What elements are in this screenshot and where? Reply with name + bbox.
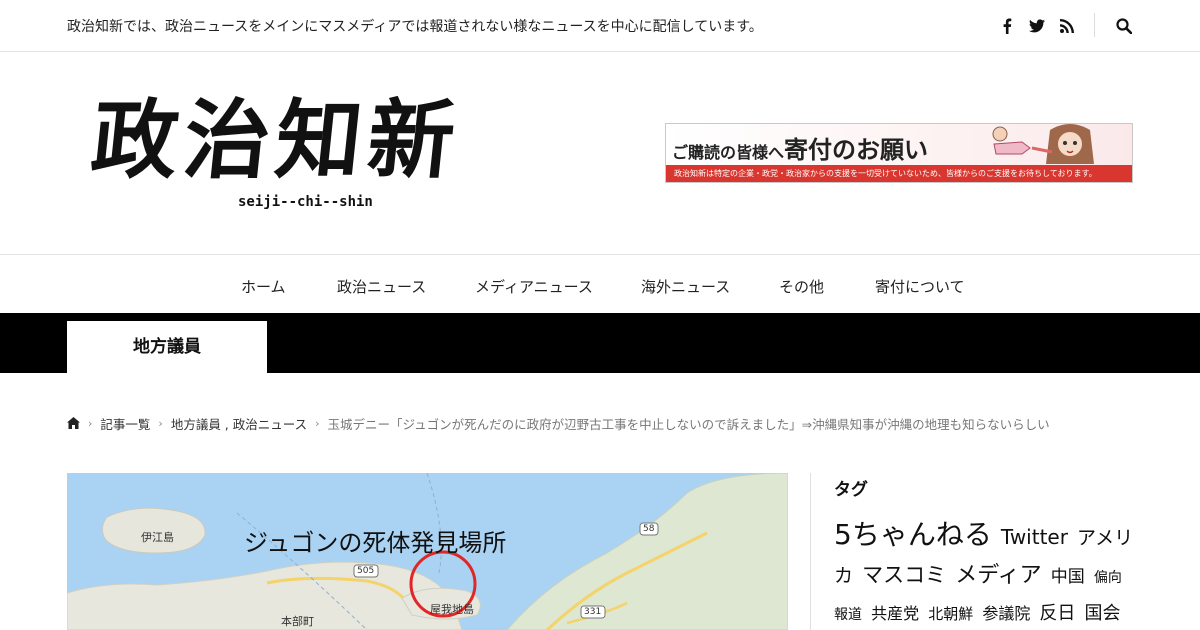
facebook-icon[interactable] <box>997 16 1017 36</box>
sidebar: タグ 5ちゃんねる Twitter アメリカ マスコミ メディア 中国 偏向報道… <box>810 473 1135 630</box>
nav-item-donation[interactable]: 寄付について <box>875 276 965 297</box>
banner-strip: 政治知新は特定の企業・政党・政治家からの支援を一切受けていないため、皆様からのご… <box>666 165 1132 182</box>
tag-cloud: 5ちゃんねる Twitter アメリカ マスコミ メディア 中国 偏向報道 共産… <box>834 517 1134 630</box>
nav-item-other[interactable]: その他 <box>779 276 824 297</box>
article-map-image[interactable]: ジュゴンの死体発見場所 伊江島 505 58 331 本部町 屋我地島 <box>67 473 788 630</box>
nav-item-home[interactable]: ホーム <box>241 276 286 297</box>
topbar-divider <box>1094 13 1095 37</box>
site-logo[interactable]: 政治知新 seiji--chi--shin <box>86 86 513 216</box>
breadcrumb-item-category[interactable]: 地方議員 , 政治ニュース <box>171 414 307 433</box>
map-label-route58: 58 <box>643 524 655 534</box>
tag-link[interactable]: Twitter <box>1001 525 1068 549</box>
logo-roman: seiji--chi--shin <box>238 194 373 210</box>
tag-link[interactable]: 中国 <box>1051 567 1085 587</box>
nav-item-media-news[interactable]: メディアニュース <box>475 276 593 297</box>
tag-link[interactable]: メディア <box>955 563 1041 588</box>
banner-title: ご購読の皆様へ寄付のお願い <box>672 130 928 165</box>
tag-link[interactable]: マスコミ <box>862 563 946 587</box>
tag-link[interactable]: 5ちゃんねる <box>834 518 992 551</box>
search-icon[interactable] <box>1114 16 1134 36</box>
banner-character-illustration <box>992 124 1094 164</box>
donation-banner[interactable]: ご購読の皆様へ寄付のお願い 政治知新は特定の企業・政党・政治家からの支援を一切受… <box>665 123 1133 183</box>
breadcrumb-separator: › <box>315 416 320 430</box>
top-bar: 政治知新では、政治ニュースをメインにマスメディアでは報道されない様なニュースを中… <box>0 0 1200 52</box>
breadcrumb-separator: › <box>88 416 93 430</box>
tag-link[interactable]: 共産党 <box>871 604 919 623</box>
logo-kanji: 政治知新 <box>86 90 466 191</box>
map-label-place: 屋我地島 <box>430 603 474 616</box>
map-label-route505: 505 <box>357 566 375 576</box>
breadcrumb-separator: › <box>158 416 163 430</box>
nav-item-politics-news[interactable]: 政治ニュース <box>337 276 426 297</box>
nav-item-overseas-news[interactable]: 海外ニュース <box>641 276 730 297</box>
breadcrumb-item-articles[interactable]: 記事一覧 <box>100 414 150 433</box>
category-band: 地方議員 <box>0 313 1200 373</box>
tag-link[interactable]: 反日 <box>1039 603 1075 624</box>
map-label-town: 本部町 <box>281 615 314 628</box>
tag-link[interactable]: 国会 <box>1085 603 1121 624</box>
sidebar-heading: タグ <box>834 480 868 500</box>
banner-title-large: 寄付のお願い <box>784 135 929 164</box>
category-tab[interactable]: 地方議員 <box>67 321 267 373</box>
tag-link[interactable]: 参議院 <box>982 604 1030 623</box>
breadcrumb-current: 玉城デニー「ジュゴンが死んだのに政府が辺野古工事を中止しないので訴えました」⇒沖… <box>327 416 1050 432</box>
twitter-icon[interactable] <box>1027 16 1047 36</box>
tag-link[interactable]: 北朝鮮 <box>928 605 973 623</box>
rss-icon[interactable] <box>1057 16 1077 36</box>
breadcrumb: › 記事一覧 › 地方議員 , 政治ニュース › 玉城デニー「ジュゴンが死んだの… <box>67 414 1050 432</box>
home-icon[interactable] <box>67 417 80 429</box>
global-nav: ホーム 政治ニュース メディアニュース 海外ニュース その他 寄付について <box>0 254 1200 313</box>
map-label-island: 伊江島 <box>141 531 174 544</box>
map-caption: ジュゴンの死体発見場所 <box>244 529 507 557</box>
site-description: 政治知新では、政治ニュースをメインにマスメディアでは報道されない様なニュースを中… <box>67 19 763 35</box>
map-label-route331: 331 <box>584 607 602 617</box>
banner-title-small: ご購読の皆様へ <box>672 143 785 162</box>
